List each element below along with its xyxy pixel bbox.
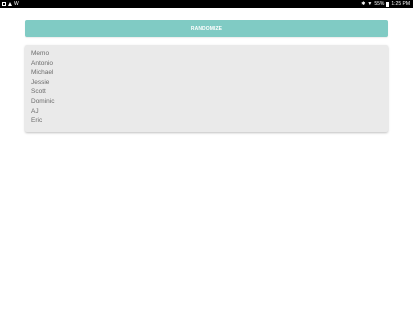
- list-item: Dominic: [31, 97, 55, 105]
- status-bar: W ✱ ▼ 55% 1:25 PM: [0, 0, 413, 8]
- bluetooth-icon: ✱: [361, 1, 366, 7]
- name-list: Memo Antonio Michael Jessie Scott Domini…: [25, 49, 388, 126]
- list-item: Jessie: [31, 78, 50, 86]
- battery-percent: 55%: [374, 1, 385, 7]
- names-card: Memo Antonio Michael Jessie Scott Domini…: [25, 45, 388, 132]
- list-item: Memo: [31, 50, 50, 57]
- status-left-icons: W: [2, 0, 19, 8]
- image-icon: [2, 2, 6, 6]
- status-right-icons: ✱ ▼ 55% 1:25 PM: [361, 0, 410, 8]
- list-item: AJ: [31, 107, 39, 115]
- randomize-button[interactable]: RANDOMIZE: [25, 20, 388, 37]
- warning-icon: [8, 2, 12, 6]
- list-item: Scott: [31, 88, 46, 96]
- status-time: 1:25 PM: [391, 1, 410, 7]
- list-item: Eric: [31, 117, 43, 125]
- list-item: Michael: [31, 69, 54, 77]
- battery-icon: [386, 1, 390, 7]
- list-item: Antonio: [31, 59, 54, 67]
- wifi-icon: ▼: [367, 1, 373, 7]
- signal-icon: W: [14, 1, 19, 7]
